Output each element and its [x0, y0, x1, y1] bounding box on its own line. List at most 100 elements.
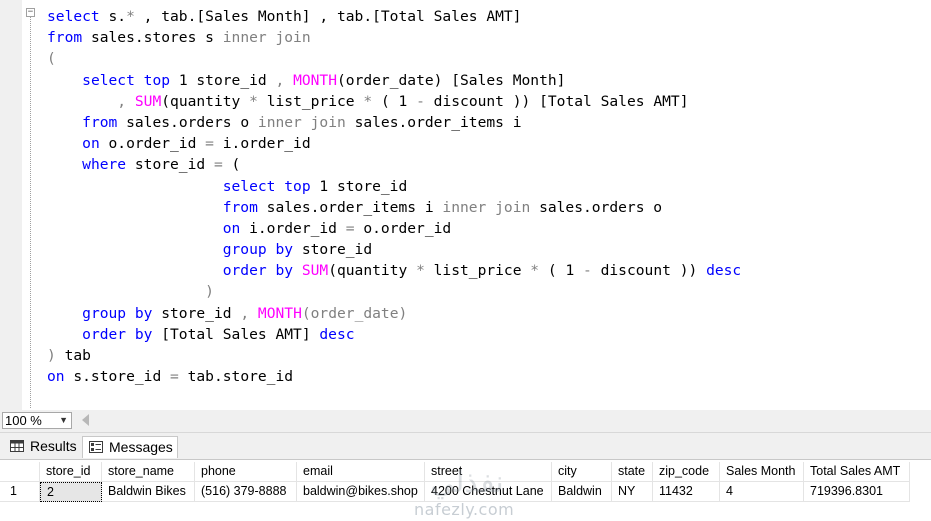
- code-token: group by: [222, 241, 294, 259]
- code-token: order by: [222, 262, 294, 280]
- code-token: (order_date) [Sales Month]: [337, 71, 566, 89]
- code-token: ,: [275, 71, 285, 89]
- column-header[interactable]: state: [612, 462, 653, 482]
- code-token: store_id: [126, 156, 214, 174]
- code-token: sales.orders o: [117, 113, 258, 131]
- table-cell[interactable]: (516) 379-8888: [195, 482, 297, 502]
- tab-results[interactable]: Results: [4, 436, 80, 458]
- code-token: tab: [55, 347, 91, 364]
- code-line: ): [47, 281, 741, 302]
- code-token: =: [170, 368, 179, 386]
- sql-code[interactable]: select s.* , tab.[Sales Month] , tab.[To…: [47, 6, 741, 387]
- code-token: SUM: [301, 262, 329, 280]
- table-cell[interactable]: 2: [40, 482, 102, 502]
- table-cell[interactable]: 719396.8301: [804, 482, 910, 502]
- code-token: list_price: [424, 262, 531, 280]
- column-header[interactable]: store_id: [40, 462, 102, 482]
- code-token: ): [47, 347, 56, 364]
- table-cell[interactable]: 11432: [653, 482, 720, 502]
- tab-messages-label: Messages: [109, 439, 173, 455]
- outline-guide: [30, 8, 32, 408]
- column-header[interactable]: store_name: [102, 462, 195, 482]
- table-cell[interactable]: 4200 Chestnut Lane: [425, 482, 552, 502]
- table-cell[interactable]: 4: [720, 482, 804, 502]
- code-token: *: [363, 92, 373, 110]
- code-token: -: [416, 92, 425, 110]
- tab-messages[interactable]: Messages: [82, 436, 178, 458]
- code-token: ): [205, 283, 214, 301]
- column-header[interactable]: email: [297, 462, 425, 482]
- code-line: order by SUM(quantity * list_price * ( 1…: [47, 260, 741, 281]
- code-token: discount )) [Total Sales AMT]: [424, 92, 689, 110]
- code-token: ,: [117, 92, 127, 110]
- code-line: select top 1 store_id: [47, 176, 741, 197]
- code-token: s.: [99, 8, 127, 25]
- code-line: group by store_id , MONTH(order_date): [47, 303, 741, 324]
- table-cell[interactable]: Baldwin: [552, 482, 612, 502]
- chevron-down-icon[interactable]: ▼: [59, 413, 68, 428]
- code-token: ( 1: [539, 262, 584, 280]
- code-token: inner join: [222, 29, 311, 47]
- code-token: s.store_id: [64, 368, 171, 386]
- results-tab-strip: Results Messages: [0, 433, 931, 459]
- code-token: (quantity: [328, 262, 417, 280]
- code-token: top: [143, 71, 171, 89]
- column-header[interactable]: zip_code: [653, 462, 720, 482]
- code-token: on: [82, 135, 100, 153]
- code-token: (order_date): [301, 304, 408, 322]
- row-header-corner[interactable]: [0, 462, 40, 482]
- code-token: (: [222, 156, 241, 174]
- code-token: i.order_id: [240, 219, 346, 237]
- code-token: desc: [319, 325, 355, 343]
- code-token: 1 store_id: [310, 177, 408, 195]
- scroll-left-arrow-icon[interactable]: [82, 414, 89, 426]
- code-token: o.order_id: [354, 219, 452, 237]
- code-token: order by: [82, 325, 153, 343]
- row-number[interactable]: 1: [0, 482, 40, 502]
- code-line: on o.order_id = i.order_id: [47, 133, 741, 154]
- code-token: ( 1: [372, 92, 417, 110]
- collapse-toggle-icon[interactable]: −: [26, 8, 35, 17]
- code-line: select top 1 store_id , MONTH(order_date…: [47, 70, 741, 91]
- code-line: on i.order_id = o.order_id: [47, 218, 741, 239]
- code-line: ) tab: [47, 345, 741, 366]
- code-token: ,: [240, 304, 250, 322]
- tab-results-label: Results: [30, 438, 77, 454]
- code-token: SUM: [134, 92, 162, 110]
- table-cell[interactable]: Baldwin Bikes: [102, 482, 195, 502]
- code-token: sales.order_items i: [345, 113, 522, 131]
- code-token: 1 store_id: [170, 71, 276, 89]
- code-token: from: [222, 198, 258, 216]
- table-cell[interactable]: NY: [612, 482, 653, 502]
- code-token: select: [82, 71, 135, 89]
- code-token: MONTH: [257, 304, 302, 322]
- zoom-select[interactable]: 100 % ▼: [2, 412, 72, 429]
- code-token: where: [82, 156, 127, 174]
- column-header[interactable]: street: [425, 462, 552, 482]
- table-cell[interactable]: baldwin@bikes.shop: [297, 482, 425, 502]
- code-token: (quantity: [161, 92, 250, 110]
- column-header[interactable]: phone: [195, 462, 297, 482]
- code-token: i.order_id: [213, 135, 311, 153]
- code-token: inner join: [442, 198, 531, 216]
- code-line: (: [47, 48, 741, 69]
- column-header[interactable]: city: [552, 462, 612, 482]
- code-line: from sales.stores s inner join: [47, 27, 741, 48]
- column-header[interactable]: Sales Month: [720, 462, 804, 482]
- query-editor[interactable]: − select s.* , tab.[Sales Month] , tab.[…: [0, 0, 931, 410]
- column-header[interactable]: Total Sales AMT: [804, 462, 910, 482]
